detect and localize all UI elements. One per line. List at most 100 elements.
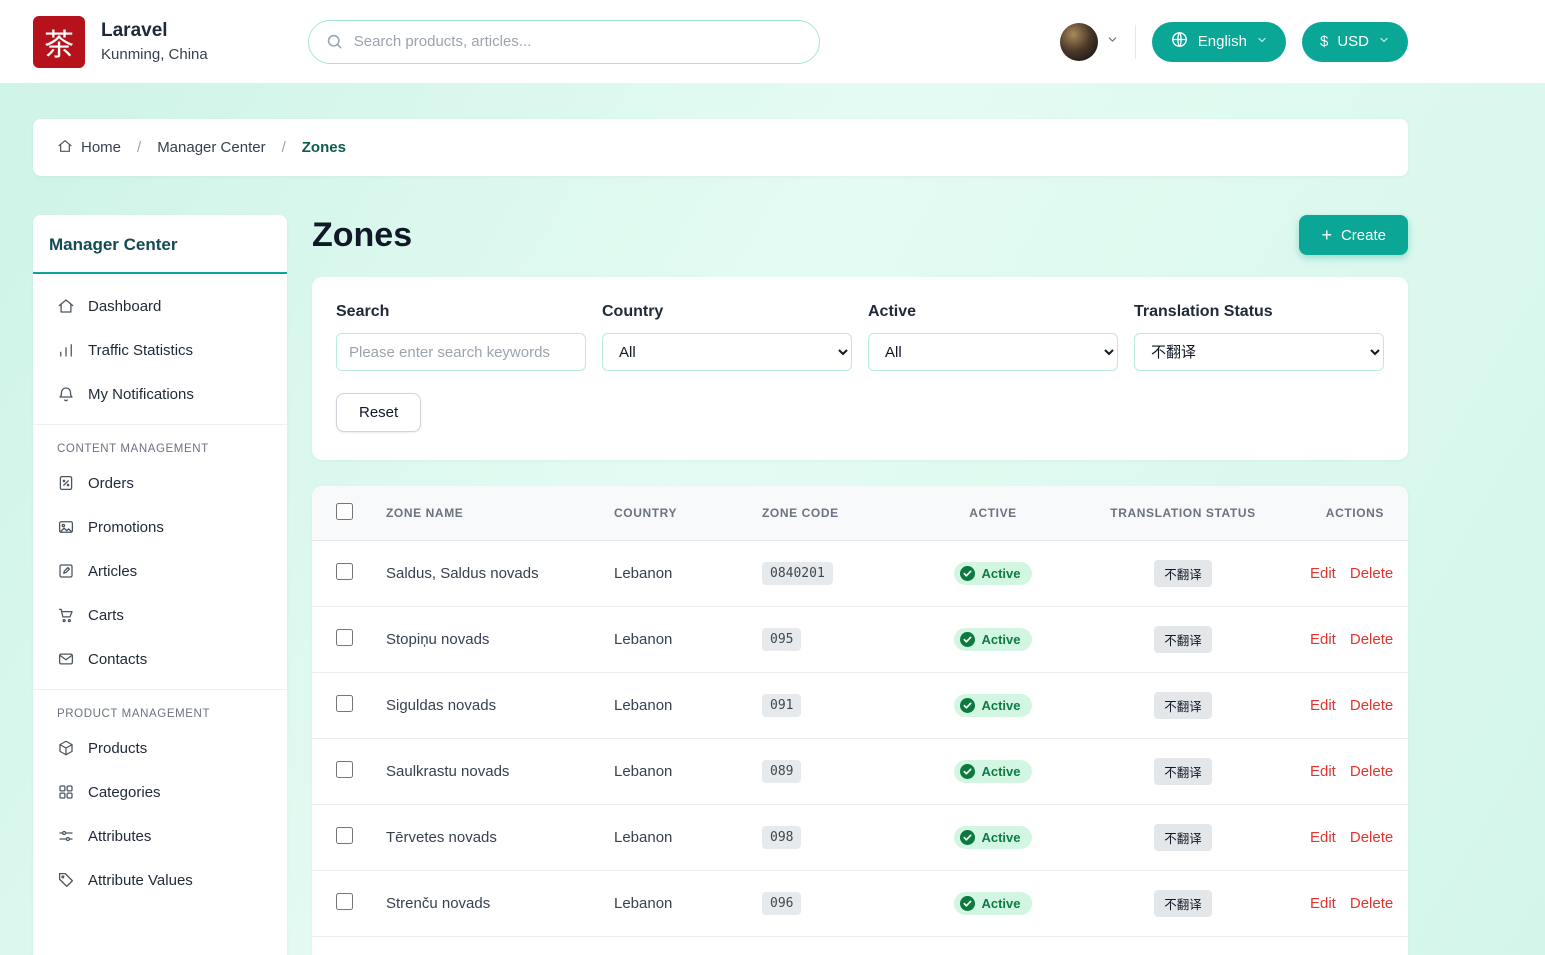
sidebar-item-my-notifications[interactable]: My Notifications <box>33 372 287 416</box>
row-checkbox[interactable] <box>336 761 353 778</box>
active-select[interactable]: All <box>868 333 1118 371</box>
tag-icon <box>57 871 75 889</box>
row-checkbox[interactable] <box>336 563 353 580</box>
table-row: Strenču novads Lebanon 096 Active 不翻译 Ed… <box>312 871 1408 937</box>
table-row: Tērvetes novads Lebanon 098 Active 不翻译 E… <box>312 805 1408 871</box>
sidebar-title: Manager Center <box>33 215 287 274</box>
zone-name: Stopiņu novads <box>374 607 602 673</box>
translation-status-select[interactable]: 不翻译 <box>1134 333 1384 371</box>
zone-code: 098 <box>762 826 801 849</box>
table-row: Siguldas novads Lebanon 091 Active 不翻译 E… <box>312 673 1408 739</box>
delete-link[interactable]: Delete <box>1350 829 1393 846</box>
delete-link[interactable]: Delete <box>1350 565 1393 582</box>
edit-link[interactable]: Edit <box>1310 829 1336 846</box>
zone-country: Lebanon <box>602 805 750 871</box>
currency-button[interactable]: $ USD <box>1302 22 1408 62</box>
sidebar-item-categories[interactable]: Categories <box>33 770 287 814</box>
delete-link[interactable]: Delete <box>1350 763 1393 780</box>
user-menu[interactable] <box>1060 23 1119 61</box>
country-select[interactable]: All <box>602 333 852 371</box>
translation-status-badge: 不翻译 <box>1154 626 1212 653</box>
image-icon <box>57 518 75 536</box>
app-location: Kunming, China <box>101 46 208 63</box>
translation-status-badge: 不翻译 <box>1154 890 1212 917</box>
zone-code: 091 <box>762 694 801 717</box>
sidebar-item-attributes[interactable]: Attributes <box>33 814 287 858</box>
row-checkbox[interactable] <box>336 695 353 712</box>
home-icon <box>57 297 75 315</box>
zone-country: Lebanon <box>602 673 750 739</box>
create-button[interactable]: + Create <box>1299 215 1408 255</box>
reset-button[interactable]: Reset <box>336 393 421 432</box>
edit-link[interactable]: Edit <box>1310 895 1336 912</box>
select-all-checkbox[interactable] <box>336 503 353 520</box>
col-zone-code: ZONE CODE <box>750 486 918 541</box>
sidebar-item-dashboard[interactable]: Dashboard <box>33 284 287 328</box>
sidebar-item-promotions[interactable]: Promotions <box>33 505 287 549</box>
sidebar: Manager Center Dashboard Traffic Statist… <box>33 215 287 955</box>
breadcrumb: Home / Manager Center / Zones <box>33 119 1408 176</box>
user-avatar[interactable] <box>1060 23 1098 61</box>
zone-country: Lebanon <box>602 739 750 805</box>
breadcrumb-separator: / <box>282 139 286 156</box>
edit-link[interactable]: Edit <box>1310 697 1336 714</box>
delete-link[interactable]: Delete <box>1350 895 1393 912</box>
table-row: Saldus, Saldus novads Lebanon 0840201 Ac… <box>312 541 1408 607</box>
language-button[interactable]: English <box>1152 22 1286 62</box>
search-label: Search <box>336 303 586 321</box>
sidebar-item-carts[interactable]: Carts <box>33 593 287 637</box>
col-zone-name: ZONE NAME <box>374 486 602 541</box>
table-header-row: ZONE NAME COUNTRY ZONE CODE ACTIVE TRANS… <box>312 486 1408 541</box>
sidebar-item-orders[interactable]: Orders <box>33 461 287 505</box>
edit-link[interactable]: Edit <box>1310 565 1336 582</box>
translation-status-label: Translation Status <box>1134 303 1384 321</box>
chevron-down-icon <box>1378 33 1390 50</box>
sidebar-item-products[interactable]: Products <box>33 726 287 770</box>
sidebar-section-content-management: CONTENT MANAGEMENT <box>33 433 287 461</box>
delete-link[interactable]: Delete <box>1350 697 1393 714</box>
global-search-input[interactable] <box>354 33 803 50</box>
col-translation-status: TRANSLATION STATUS <box>1068 486 1298 541</box>
brand-block: Laravel Kunming, China <box>101 20 208 63</box>
edit-link[interactable]: Edit <box>1310 763 1336 780</box>
zone-name: Tērvetes novads <box>374 805 602 871</box>
table-row: Saldus novads Lebanon 088 Active 不翻译 Edi… <box>312 937 1408 955</box>
sliders-icon <box>57 827 75 845</box>
zone-name: Strenču novads <box>374 871 602 937</box>
delete-link[interactable]: Delete <box>1350 631 1393 648</box>
breadcrumb-home[interactable]: Home <box>57 138 121 158</box>
page-title: Zones <box>312 216 412 255</box>
breadcrumb-manager-center[interactable]: Manager Center <box>157 139 265 156</box>
check-circle-icon <box>960 896 975 911</box>
sidebar-item-contacts[interactable]: Contacts <box>33 637 287 681</box>
bar-chart-icon <box>57 341 75 359</box>
zone-code: 096 <box>762 892 801 915</box>
grid-icon <box>57 783 75 801</box>
row-checkbox[interactable] <box>336 629 353 646</box>
zone-name: Siguldas novads <box>374 673 602 739</box>
check-circle-icon <box>960 830 975 845</box>
filter-translation-status: Translation Status 不翻译 <box>1134 303 1384 371</box>
row-checkbox[interactable] <box>336 827 353 844</box>
language-label: English <box>1198 33 1247 50</box>
row-checkbox[interactable] <box>336 893 353 910</box>
translation-status-badge: 不翻译 <box>1154 560 1212 587</box>
zone-country: Lebanon <box>602 937 750 955</box>
header-divider <box>1135 25 1136 59</box>
main-content: Zones + Create Search Country All <box>312 215 1408 955</box>
search-keywords-input[interactable] <box>336 333 586 371</box>
invoice-icon <box>57 474 75 492</box>
check-circle-icon <box>960 764 975 779</box>
active-status-badge: Active <box>954 562 1031 585</box>
zone-code: 095 <box>762 628 801 651</box>
package-icon <box>57 739 75 757</box>
active-status-badge: Active <box>954 694 1031 717</box>
active-label: Active <box>868 303 1118 321</box>
sidebar-item-traffic-statistics[interactable]: Traffic Statistics <box>33 328 287 372</box>
sidebar-item-articles[interactable]: Articles <box>33 549 287 593</box>
edit-link[interactable]: Edit <box>1310 631 1336 648</box>
sidebar-item-attribute-values[interactable]: Attribute Values <box>33 858 287 902</box>
active-status-badge: Active <box>954 826 1031 849</box>
global-search[interactable] <box>308 20 820 64</box>
filter-search: Search <box>336 303 586 371</box>
